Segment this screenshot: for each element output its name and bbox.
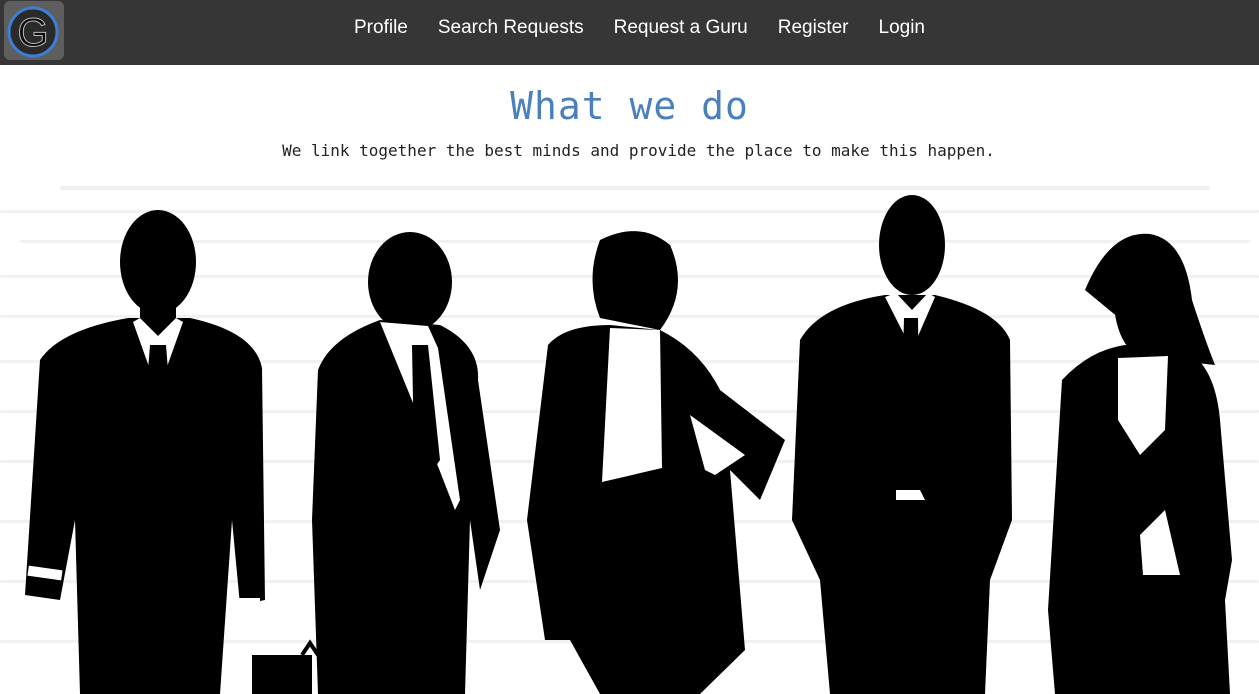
nav-search-requests-link[interactable]: Search Requests (438, 17, 584, 39)
top-navbar: G Profile Search Requests Request a Guru… (0, 0, 1259, 65)
nav-request-a-guru-link[interactable]: Request a Guru (614, 17, 748, 39)
nav-login-link[interactable]: Login (879, 17, 926, 39)
silhouette-man-1 (25, 210, 320, 694)
main-nav: Profile Search Requests Request a Guru R… (354, 0, 925, 56)
page-title: What we do (510, 84, 749, 128)
silhouette-woman-1 (527, 231, 785, 694)
silhouette-man-2 (312, 232, 500, 694)
nav-profile-link[interactable]: Profile (354, 17, 408, 39)
page-subtitle: We link together the best minds and prov… (282, 141, 995, 160)
logo-letter: G (17, 11, 48, 55)
site-logo[interactable]: G (4, 1, 64, 60)
silhouette-man-3 (792, 195, 1012, 694)
logo-mark: G (7, 6, 59, 58)
nav-register-link[interactable]: Register (778, 17, 849, 39)
business-people-silhouettes-image (0, 186, 1259, 694)
silhouette-woman-2 (1048, 233, 1232, 694)
